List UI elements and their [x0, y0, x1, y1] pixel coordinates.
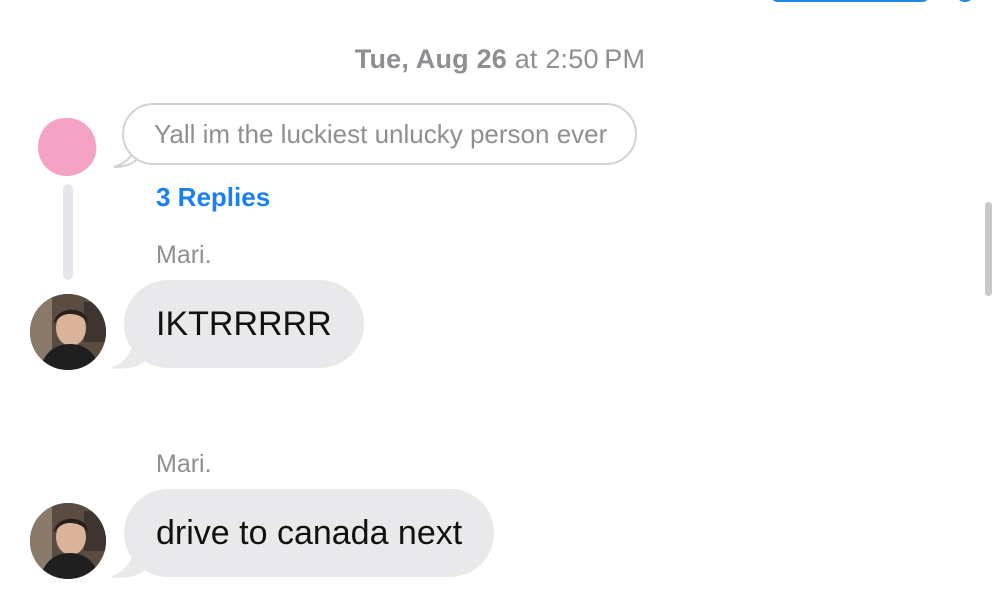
reply-thread-line [63, 184, 73, 280]
avatar-photo-icon [30, 503, 106, 579]
conversation-timestamp: Tue, Aug 26 at 2:50 PM [0, 44, 1000, 75]
scrollbar[interactable] [985, 202, 992, 296]
sender-name: Mari. [156, 241, 212, 269]
message-bubble[interactable]: drive to canada next [124, 489, 495, 577]
message-bubble[interactable]: IKTRRRRR [124, 280, 364, 368]
sender-name: Mari. [156, 450, 212, 478]
message-text: drive to canada next [156, 513, 463, 552]
message-text: IKTRRRRR [156, 304, 332, 343]
quoted-sender-avatar[interactable] [34, 114, 100, 180]
replies-link[interactable]: 3 Replies [156, 182, 270, 213]
quoted-message-bubble[interactable]: Yall im the luckiest unlucky person ever [122, 103, 638, 165]
timestamp-date: Tue, Aug 26 [354, 44, 508, 74]
avatar-photo-icon [30, 294, 106, 370]
top-icon-partial[interactable] [956, 0, 974, 2]
timestamp-time: at 2:50 PM [514, 44, 646, 74]
top-button-partial[interactable] [770, 0, 930, 2]
message-thread-screen: Tue, Aug 26 at 2:50 PM Yall im the lucki… [0, 0, 1000, 598]
quoted-message-text: Yall im the luckiest unlucky person ever [154, 118, 608, 149]
avatar[interactable] [30, 503, 106, 579]
avatar[interactable] [30, 294, 106, 370]
